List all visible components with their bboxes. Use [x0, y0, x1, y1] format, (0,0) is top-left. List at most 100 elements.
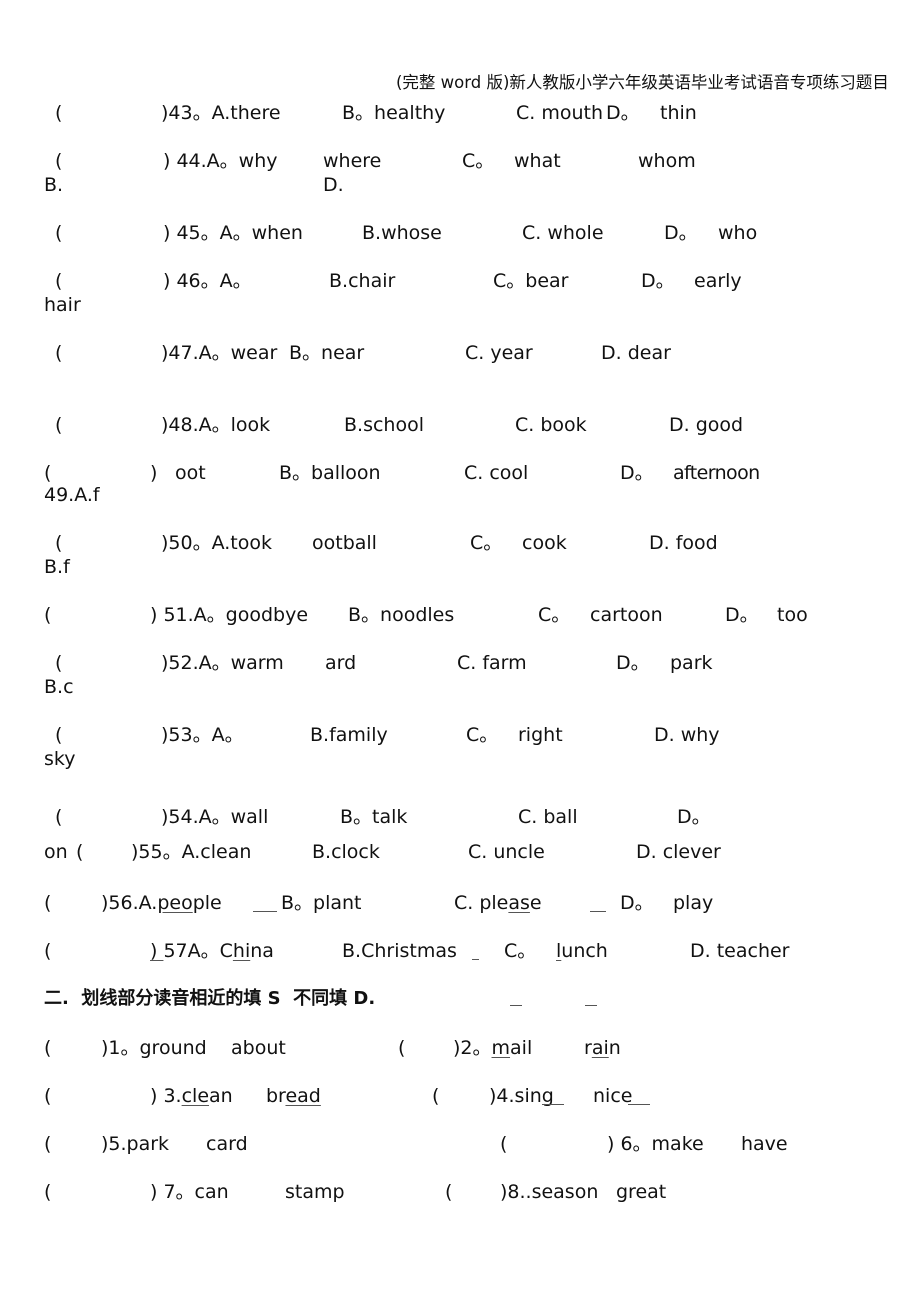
option-b-label: B. [44, 174, 64, 196]
option-d-label: D。 [664, 222, 698, 244]
answer-blank-open[interactable]: ( [55, 652, 62, 674]
option-b-label: B.f [44, 556, 70, 578]
answer-blank-open[interactable]: ( [55, 806, 62, 828]
option-c-word: lunch [556, 940, 608, 962]
option-d-label: D。 [725, 604, 759, 626]
answer-blank-open[interactable]: ( [44, 1133, 51, 1155]
option-c-label: C。 [504, 940, 537, 962]
item-word-rest: an [209, 1085, 233, 1107]
option-d-label: D. [323, 174, 344, 196]
option-b: B。healthy [342, 102, 446, 124]
option-a: ) 57A。China [150, 940, 274, 962]
item-word-2: nice [593, 1085, 633, 1107]
option-d-label: D。 [606, 102, 640, 124]
option-d-word: whom [638, 150, 696, 172]
option-d-label: D。 [616, 652, 650, 674]
option-c-pre: C. ple [454, 892, 509, 914]
answer-blank-open[interactable]: ( [432, 1085, 439, 1107]
option-d-label: D。 [641, 270, 675, 292]
answer-blank-open[interactable]: ( [44, 1181, 51, 1203]
question-number: )48.A。look [161, 414, 271, 436]
answer-blank-open[interactable]: ( [55, 270, 62, 292]
answer-blank-open[interactable]: ( [44, 462, 51, 484]
answer-blank-open[interactable]: ( [44, 940, 51, 962]
question-number: ) 44.A。why [163, 150, 278, 172]
item-word-2: great [616, 1181, 667, 1203]
option-c: C. farm [457, 652, 527, 674]
page-header: (完整 word 版)新人教版小学六年级英语毕业考试语音专项练习题目 [396, 73, 889, 92]
option-b: B。noodles [348, 604, 455, 626]
item-word-1: )8..season [500, 1181, 599, 1203]
option-d: D. good [669, 414, 744, 436]
item-word-2: rain [584, 1037, 621, 1059]
underlined-letters: ead [285, 1085, 321, 1107]
answer-blank-open[interactable]: ( [44, 892, 51, 914]
answer-blank-open[interactable]: ( [76, 841, 83, 863]
option-d-word: who [718, 222, 758, 244]
option-b-word: ard [325, 652, 357, 674]
item-number: )2。 [453, 1037, 492, 1059]
underline-blank [472, 958, 479, 960]
answer-blank-open[interactable]: ( [55, 102, 62, 124]
option-d: D. why [654, 724, 720, 746]
answer-blank-open[interactable]: ( [398, 1037, 405, 1059]
option-d-word: park [670, 652, 713, 674]
option-c: C. cool [464, 462, 529, 484]
option-c-rest: unch [561, 940, 608, 962]
item-word-2: stamp [285, 1181, 345, 1203]
underlined-letters: ai [591, 1037, 609, 1059]
answer-blank-open[interactable]: ( [44, 1085, 51, 1107]
question-number: ) 46。A。 [163, 270, 252, 292]
question-paren-close: ) [150, 940, 164, 962]
option-d-label: D。 [677, 806, 711, 828]
item-word-1: ) 6。make [607, 1133, 704, 1155]
option-d-label: D。 [620, 462, 654, 484]
answer-blank-open[interactable]: ( [55, 150, 62, 172]
option-b: B.whose [362, 222, 442, 244]
option-c: C. whole [522, 222, 604, 244]
option-c-word: cook [522, 532, 567, 554]
question-number: 57A。C [163, 940, 233, 962]
option-c: C. year [465, 342, 533, 364]
option-c-label: C。 [466, 724, 499, 746]
option-c: C. mouth [516, 102, 604, 124]
answer-blank-open[interactable]: ( [55, 342, 62, 364]
question-number: )50。A.took [161, 532, 272, 554]
option-d: D. teacher [690, 940, 790, 962]
option-c-label: C。 [538, 604, 571, 626]
answer-blank-open[interactable]: ( [55, 724, 62, 746]
item-word-2: about [231, 1037, 286, 1059]
question-number: )43。A.there [161, 102, 281, 124]
answer-blank-open[interactable]: ( [55, 532, 62, 554]
option-b: B。near [289, 342, 365, 364]
option-c-label: C。 [470, 532, 503, 554]
item-word-2: card [206, 1133, 248, 1155]
option-a-word: sky [44, 748, 76, 770]
option-d-word: thin [660, 102, 697, 124]
option-c-rest: e [529, 892, 542, 914]
option-b: B.chair [329, 270, 396, 292]
item-word-1: ) 7。can [150, 1181, 229, 1203]
option-b: B.school [344, 414, 424, 436]
answer-blank-open[interactable]: ( [55, 222, 62, 244]
answer-blank-open[interactable]: ( [500, 1133, 507, 1155]
option-d-word: afternoon [673, 462, 760, 484]
answer-blank-open[interactable]: ( [55, 414, 62, 436]
option-b: B。balloon [279, 462, 381, 484]
option-d: D. food [649, 532, 718, 554]
underlined-letters: peo [157, 892, 193, 914]
item-number: ) 3. [150, 1085, 182, 1107]
option-b-word: ootball [312, 532, 377, 554]
answer-blank-open[interactable]: ( [44, 604, 51, 626]
item-word-pre: br [266, 1085, 286, 1107]
option-b-label: B.c [44, 676, 74, 698]
question-number: )56.A. [101, 892, 158, 914]
answer-blank-open[interactable]: ( [445, 1181, 452, 1203]
option-b: B。talk [340, 806, 408, 828]
underline-blank [585, 1004, 597, 1006]
answer-blank-open[interactable]: ( [44, 1037, 51, 1059]
underline-blank [628, 1103, 650, 1105]
option-d-word: too [777, 604, 808, 626]
option-b: B.Christmas [342, 940, 457, 962]
item-word-2: bread [266, 1085, 321, 1107]
